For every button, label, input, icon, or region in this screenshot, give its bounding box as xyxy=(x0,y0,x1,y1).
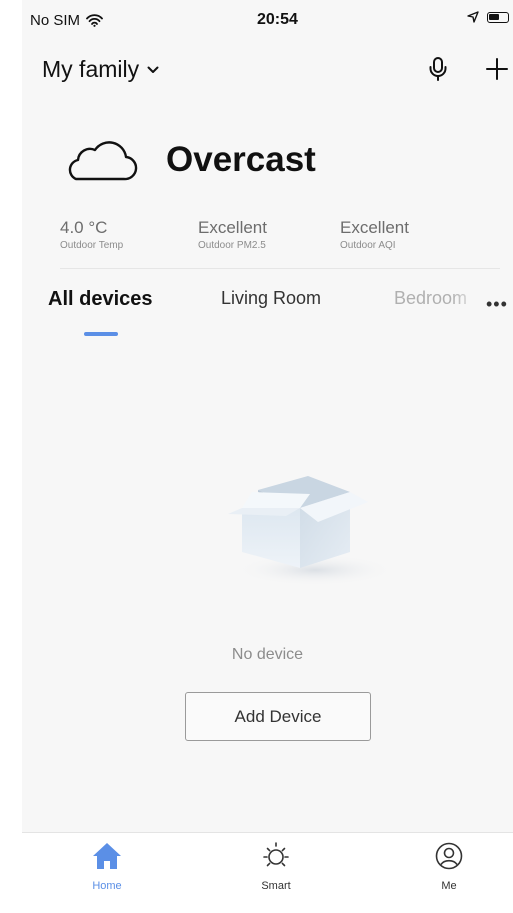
add-device-button[interactable]: Add Device xyxy=(185,692,371,741)
plus-icon xyxy=(486,58,508,80)
empty-state-message: No device xyxy=(231,646,304,663)
tab-living-room[interactable]: Living Room xyxy=(221,288,321,309)
status-time: 20:54 xyxy=(257,11,298,28)
active-tab-indicator xyxy=(84,332,118,336)
location-arrow-icon xyxy=(467,11,479,23)
status-bar: No SIM 20:54 xyxy=(22,0,513,40)
tabbar-item-smart[interactable]: Smart xyxy=(216,841,336,892)
metric-outdoor-pm25: Excellent Outdoor PM2.5 xyxy=(198,218,267,251)
tab-all-devices[interactable]: All devices xyxy=(48,288,153,311)
cloud-icon xyxy=(68,141,138,181)
home-selector[interactable]: My family xyxy=(42,56,159,83)
metric-label: Outdoor PM2.5 xyxy=(198,240,266,251)
chevron-down-icon xyxy=(147,66,159,73)
metric-value: Excellent xyxy=(198,218,267,237)
user-icon xyxy=(435,842,463,870)
bottom-tab-bar: Home Smart Me xyxy=(22,832,513,913)
metric-value: 4.0 °C xyxy=(60,218,108,237)
carrier-label: No SIM xyxy=(30,12,81,29)
more-tabs-button[interactable]: ••• xyxy=(486,294,508,315)
status-right xyxy=(467,11,509,23)
metric-label: Outdoor Temp xyxy=(60,240,124,251)
open-box-icon xyxy=(228,476,395,586)
metric-value: Excellent xyxy=(340,218,409,237)
tabbar-label: Home xyxy=(92,880,122,892)
carrier-info: No SIM xyxy=(30,12,103,29)
empty-box-illustration xyxy=(200,470,395,595)
tabbar-item-home[interactable]: Home xyxy=(47,841,167,892)
room-tabs: All devices Living Room Bedroom ••• xyxy=(22,286,513,342)
weather-summary: Overcast xyxy=(62,138,316,182)
tabbar-label: Smart xyxy=(261,880,291,892)
home-name: My family xyxy=(42,56,140,82)
weather-metrics: 4.0 °C Outdoor Temp Excellent Outdoor PM… xyxy=(60,218,500,269)
tabbar-label: Me xyxy=(441,880,457,892)
header: My family xyxy=(22,48,513,92)
weather-condition: Overcast xyxy=(166,140,316,179)
wifi-icon xyxy=(86,14,103,27)
metric-label: Outdoor AQI xyxy=(340,240,396,251)
microphone-icon xyxy=(429,57,447,81)
add-button[interactable] xyxy=(482,54,512,84)
app-screen: No SIM 20:54 My family Overcast 4.0 °C O… xyxy=(22,0,513,913)
home-icon xyxy=(93,843,121,869)
metric-outdoor-aqi: Excellent Outdoor AQI xyxy=(340,218,409,251)
voice-button[interactable] xyxy=(424,54,452,84)
tabbar-item-me[interactable]: Me xyxy=(389,841,509,892)
tabs-fade xyxy=(452,286,482,322)
battery-icon xyxy=(487,11,509,23)
metric-outdoor-temp: 4.0 °C Outdoor Temp xyxy=(60,218,123,251)
sun-icon xyxy=(263,842,289,867)
